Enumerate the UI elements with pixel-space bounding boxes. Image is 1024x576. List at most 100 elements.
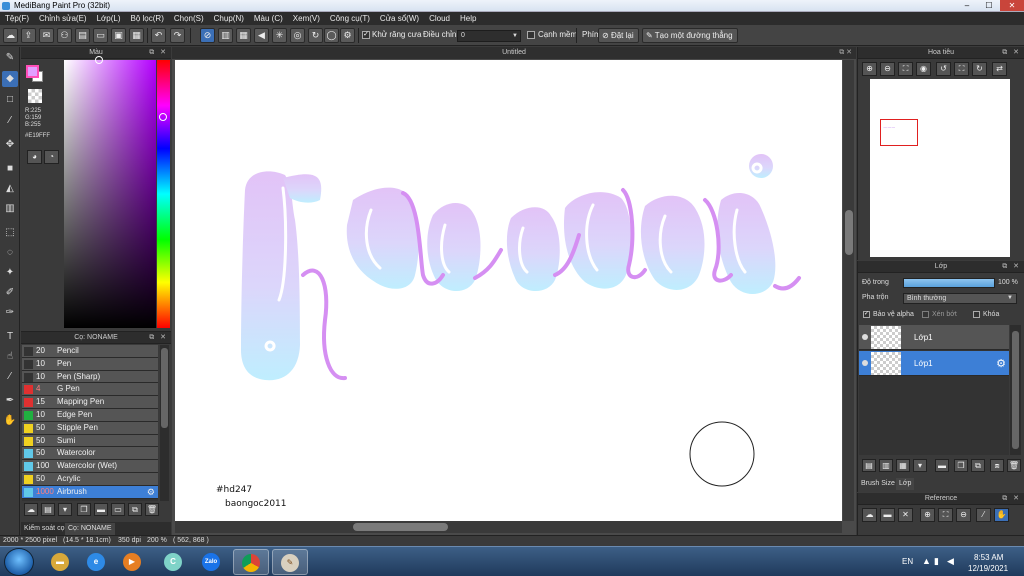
layer-row[interactable]: Lớp1 [859, 325, 1009, 350]
snap-circle-icon[interactable]: ◎ [290, 28, 305, 43]
taskbar-ie[interactable]: e [78, 549, 114, 575]
new-layer-8bit-icon[interactable]: ▥ [879, 459, 893, 472]
hand-tool-icon[interactable]: ✋ [2, 413, 18, 429]
gradient-tool-icon[interactable]: ▥ [2, 201, 18, 217]
menu-help[interactable]: Help [455, 12, 481, 25]
taskbar-zalo[interactable]: Zalo [193, 549, 229, 575]
tab-brush-control[interactable]: Kiểm soát cọ [21, 523, 67, 535]
brush-folder-icon[interactable]: ▬ [94, 503, 108, 516]
palette-icon[interactable]: ◕ [27, 150, 42, 164]
ref-zoom-in-icon[interactable]: ⊕ [920, 508, 935, 522]
clipping-checkbox[interactable] [922, 311, 929, 318]
ref-cloud-icon[interactable]: ☁ [862, 508, 877, 522]
select-pen-tool-icon[interactable]: ✐ [2, 285, 18, 301]
snap-curve-icon[interactable]: ↻ [308, 28, 323, 43]
panel-window-icons[interactable]: ⧉ ✕ [1002, 261, 1021, 273]
eyedropper-tool-icon[interactable]: ⁄ [2, 369, 18, 385]
transparent-color-swatch[interactable] [28, 89, 42, 103]
menu-snap[interactable]: Chụp(N) [209, 12, 249, 25]
layer-settings-icon[interactable]: ⧈ [990, 459, 1004, 472]
scrollbar-thumb[interactable] [845, 210, 853, 255]
panel-window-icons[interactable]: ⧉ ✕ [149, 47, 168, 59]
menu-file[interactable]: Tệp(F) [0, 12, 34, 25]
brush-copy-icon[interactable]: ❐ [77, 503, 91, 516]
fit-window-icon[interactable]: ⛶ [898, 62, 913, 76]
navigator-preview[interactable]: ~~~ [870, 79, 1010, 257]
scrollbar-thumb[interactable] [161, 348, 168, 428]
reset-button[interactable]: ⊘ Đặt lại [598, 28, 639, 43]
tray-arrow-icon[interactable]: ▲ [922, 556, 931, 566]
redo-icon[interactable]: ↷ [170, 28, 185, 43]
hue-slider[interactable] [157, 60, 170, 328]
hue-slider-handle[interactable] [159, 113, 167, 121]
new-file-icon[interactable]: ▤ [75, 28, 90, 43]
layer-folder-icon[interactable]: ▬ [935, 459, 949, 472]
dot-tool-icon[interactable]: □ [2, 92, 18, 108]
volume-icon[interactable]: ◀ [947, 556, 954, 567]
color-wheel-icon[interactable]: ◔ [44, 150, 59, 164]
clock-time[interactable]: 8:53 AM [974, 553, 1003, 562]
close-button[interactable]: ✕ [1000, 0, 1024, 11]
menu-cloud[interactable]: Cloud [424, 12, 455, 25]
minimize-button[interactable]: – [956, 0, 978, 11]
panel-window-icons[interactable]: ⧉ ✕ [1002, 47, 1021, 59]
brush-item[interactable]: 50 Watercolor [22, 447, 158, 461]
tab-brush-noname[interactable]: Cọ: NONAME [65, 523, 115, 535]
panel-window-icons[interactable]: ⧉ ✕ [149, 332, 168, 344]
brush-add-icon[interactable]: ▤ [41, 503, 55, 516]
snap-perspective-icon[interactable]: ◀ [254, 28, 269, 43]
panel-window-icons[interactable]: ⧉ ✕ [1002, 493, 1021, 505]
blend-mode-select[interactable]: Bình thường ▼ [903, 293, 1017, 304]
add-layer-menu-icon[interactable]: ▾ [913, 459, 927, 472]
save-as-icon[interactable]: ▦ [129, 28, 144, 43]
brush-item[interactable]: 50 Sumi [22, 434, 158, 448]
magic-wand-tool-icon[interactable]: ✦ [2, 265, 18, 281]
fit-icon[interactable]: ⛶ [954, 62, 969, 76]
menu-view[interactable]: Xem(V) [288, 12, 325, 25]
lasso-tool-icon[interactable]: ◌ [2, 245, 18, 261]
taskbar-medibang[interactable]: ✎ [272, 549, 308, 575]
select-tool-icon[interactable]: ⬚ [2, 225, 18, 241]
brush-item[interactable]: 50 Stipple Pen [22, 421, 158, 435]
save-icon[interactable]: ▣ [111, 28, 126, 43]
brush-settings-icon[interactable]: ▭ [111, 503, 125, 516]
brush-duplicate-icon[interactable]: ⧉ [128, 503, 142, 516]
viewport-rectangle[interactable] [880, 119, 918, 146]
brush-item[interactable]: 20 Pencil [22, 345, 158, 358]
brush-tool-icon[interactable]: ✎ [2, 50, 18, 66]
canvas-vertical-scrollbar[interactable] [843, 60, 854, 521]
brush-item[interactable]: 4 G Pen [22, 383, 158, 397]
drawing-canvas[interactable]: #hd247 baongoc2011 [175, 60, 842, 521]
rotate-right-icon[interactable]: ↻ [972, 62, 987, 76]
fill-rect-tool-icon[interactable]: ■ [2, 161, 18, 177]
color-picker-cursor[interactable] [95, 56, 103, 64]
clock-date[interactable]: 12/19/2021 [968, 564, 1008, 573]
foreground-color-swatch[interactable] [26, 65, 39, 78]
brush-item[interactable]: 10 Edge Pen [22, 408, 158, 422]
open-file-icon[interactable]: ▭ [93, 28, 108, 43]
ref-close-icon[interactable]: ✕ [898, 508, 913, 522]
soft-edge-checkbox[interactable] [527, 31, 535, 39]
snap-grid-icon[interactable]: ▦ [236, 28, 251, 43]
actual-size-icon[interactable]: ◉ [916, 62, 931, 76]
language-indicator[interactable]: EN [902, 557, 913, 566]
scrollbar-thumb[interactable] [1012, 331, 1019, 449]
straight-line-button[interactable]: ✎ Tạo một đường thẳng [642, 28, 738, 43]
share-icon[interactable]: ⚇ [57, 28, 72, 43]
ref-fit-icon[interactable]: ⛶ [938, 508, 953, 522]
trash-icon[interactable]: 🗑 [145, 503, 159, 516]
upload-icon[interactable]: ⇪ [21, 28, 36, 43]
new-layer-icon[interactable]: ▤ [862, 459, 876, 472]
snap-radial-icon[interactable]: ✳ [272, 28, 287, 43]
layer-list-scrollbar[interactable] [1010, 325, 1021, 455]
protect-alpha-checkbox[interactable]: ✓ [863, 311, 870, 318]
panel-window-icons[interactable]: ⧉ ✕ [839, 47, 852, 59]
lock-checkbox[interactable] [973, 311, 980, 318]
ref-open-icon[interactable]: ▬ [880, 508, 895, 522]
network-icon[interactable]: ▮ [934, 556, 939, 567]
undo-icon[interactable]: ↶ [151, 28, 166, 43]
brush-list-scrollbar[interactable] [160, 345, 169, 501]
zoom-in-icon[interactable]: ⊕ [862, 62, 877, 76]
move-tool-icon[interactable]: ✥ [2, 137, 18, 153]
new-layer-1bit-icon[interactable]: ▦ [896, 459, 910, 472]
